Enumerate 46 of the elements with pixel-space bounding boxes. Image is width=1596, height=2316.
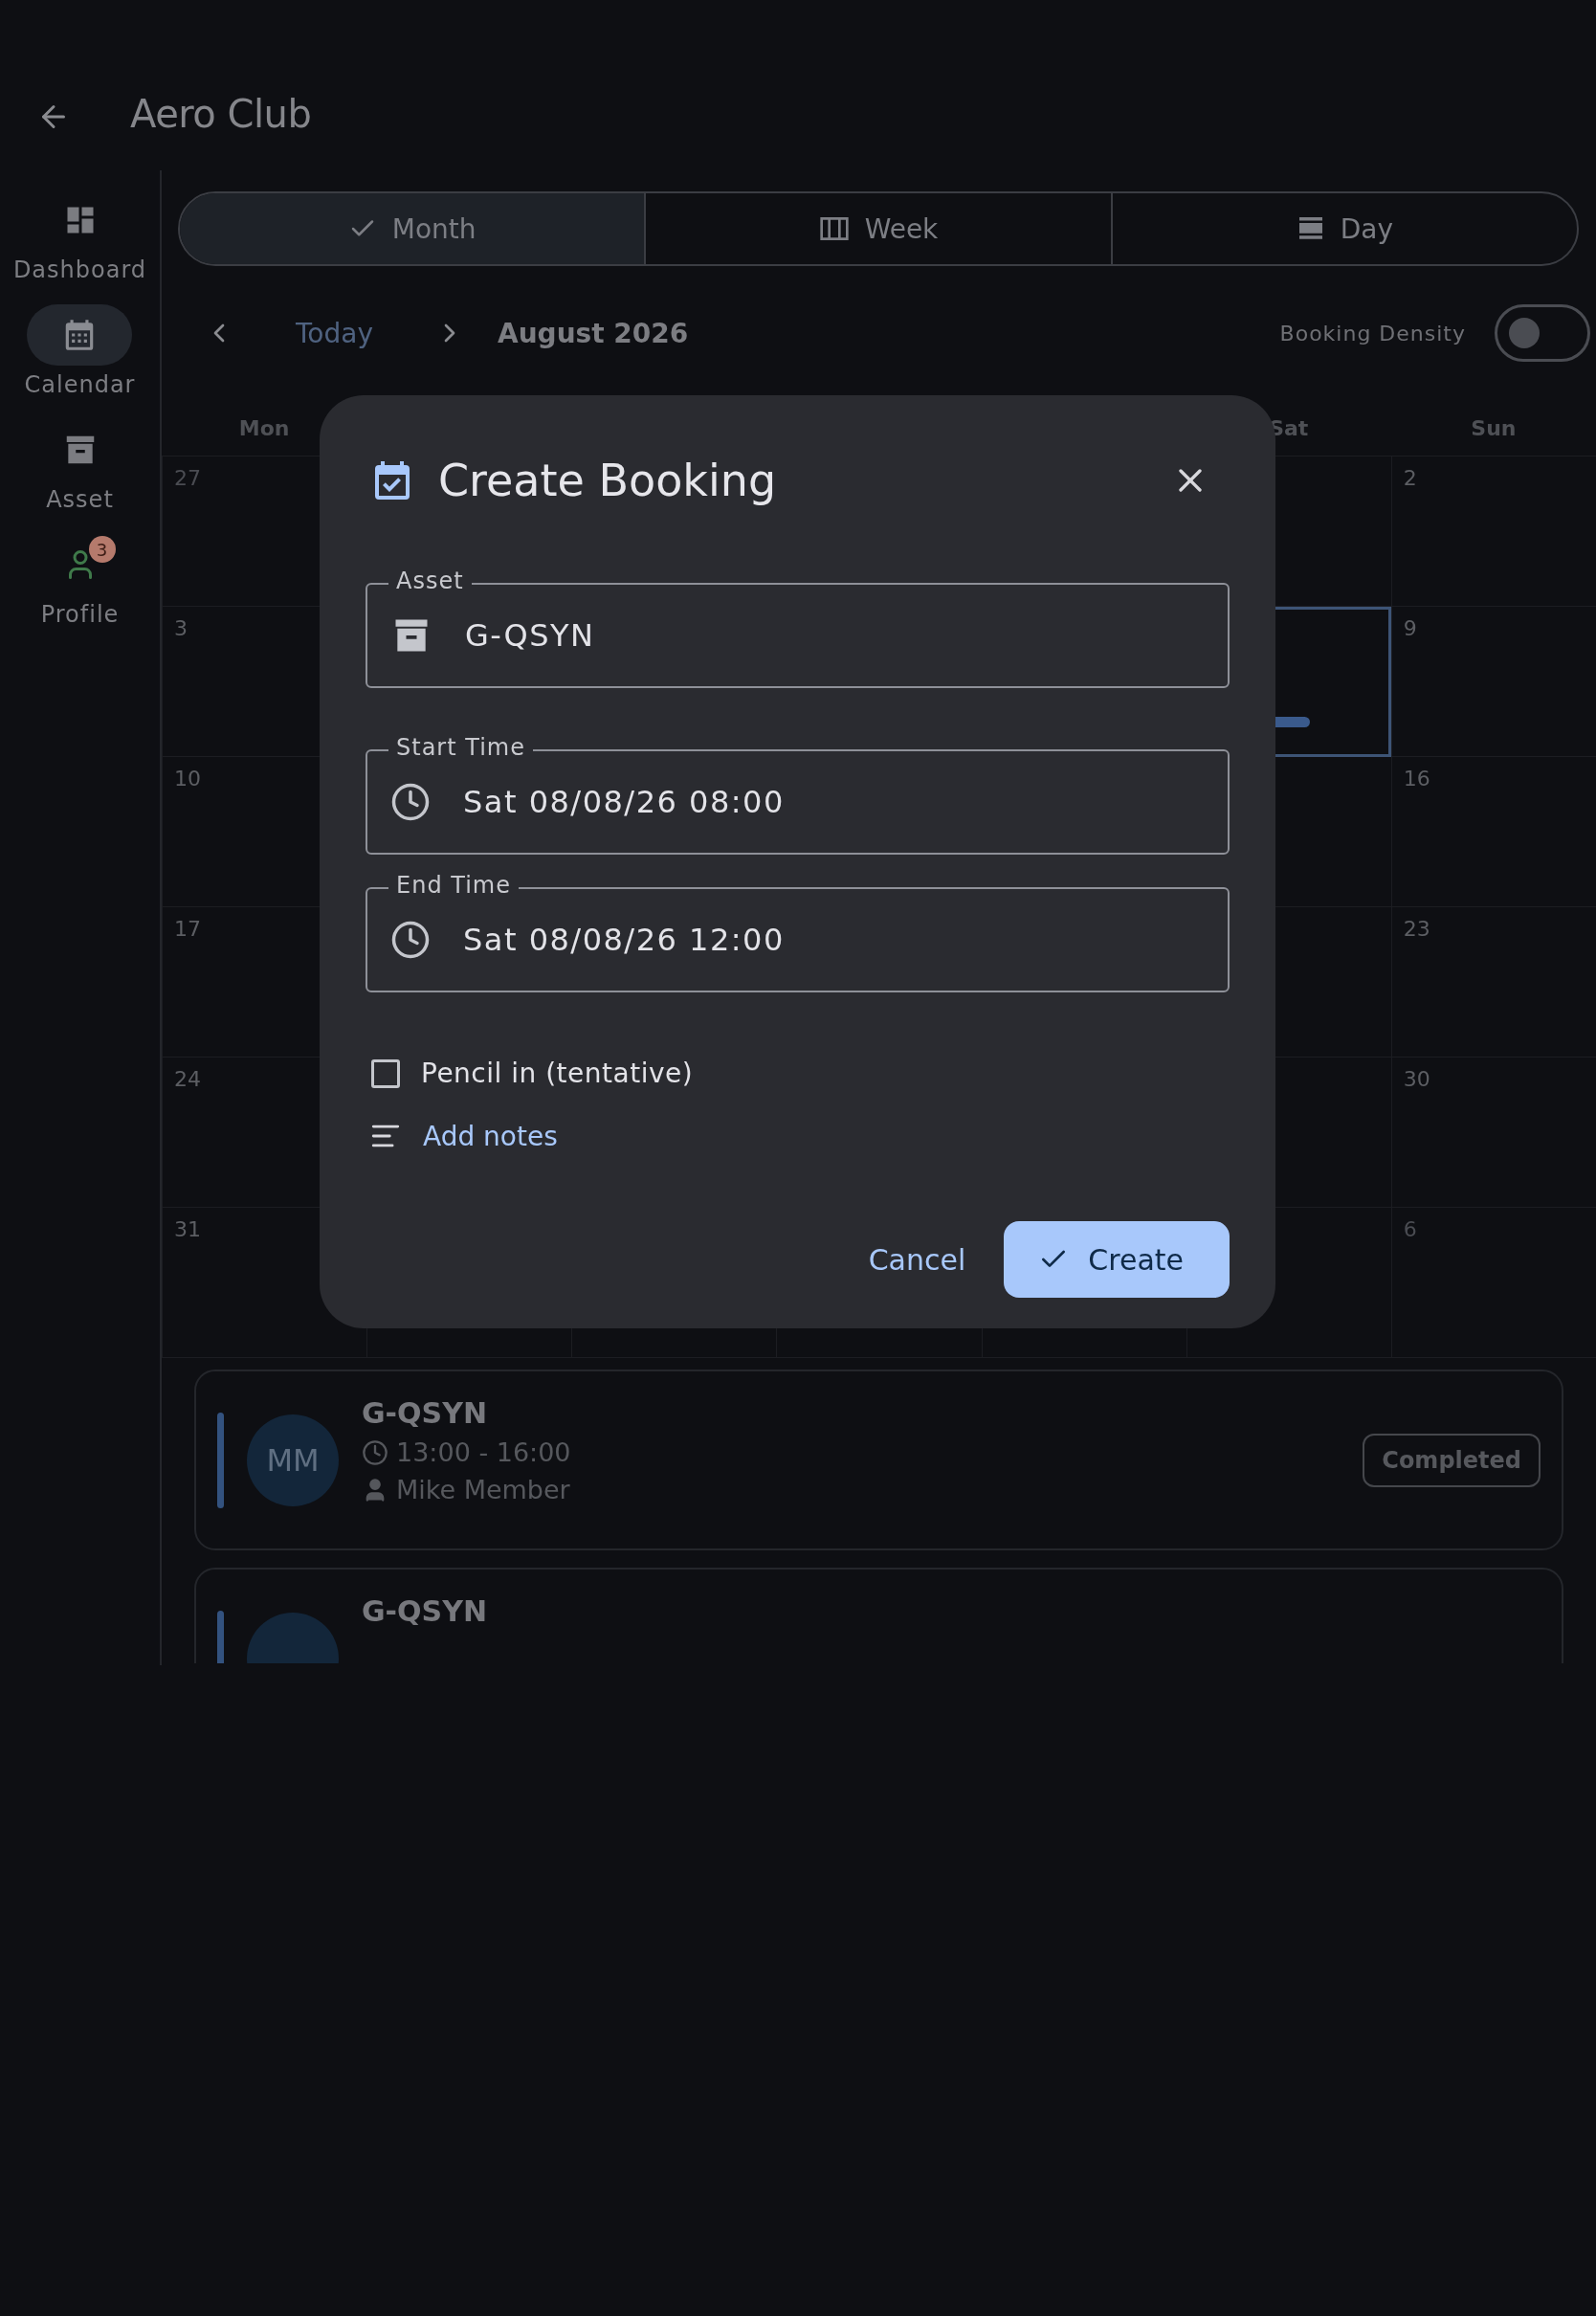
month-label: August 2026 bbox=[498, 317, 689, 349]
nav-label: Dashboard bbox=[12, 256, 147, 283]
view-tab[interactable]: Day bbox=[1110, 193, 1577, 264]
toggle-label: Booking Density bbox=[1279, 321, 1466, 345]
nav-item[interactable]: Dashboard bbox=[12, 189, 147, 283]
nav-item[interactable]: Calendar bbox=[24, 304, 136, 398]
columns-icon bbox=[818, 215, 850, 242]
clock-icon bbox=[390, 920, 431, 960]
field-value: G-QSYN bbox=[465, 617, 595, 654]
density-toggle[interactable] bbox=[1495, 304, 1590, 362]
app-title: Aero Club bbox=[130, 92, 312, 136]
weekday-header: Mon bbox=[238, 415, 290, 440]
day-cell[interactable]: 16 bbox=[1390, 757, 1596, 907]
day-cell[interactable]: 6 bbox=[1390, 1208, 1596, 1358]
booking-asset: G-QSYN bbox=[362, 1396, 487, 1430]
booking-time: 13:00 - 16:00 bbox=[396, 1437, 571, 1467]
booking-card[interactable]: MM G-QSYN 13:00 - 16:00 Mike Member Completed bbox=[194, 1370, 1563, 1550]
status-badge: Completed bbox=[1363, 1433, 1541, 1487]
create-button[interactable]: Create bbox=[1004, 1221, 1230, 1298]
nav-label: Profile bbox=[40, 601, 120, 628]
dialog-title: Create Booking bbox=[438, 455, 778, 506]
field-value: Sat 08/08/26 12:00 bbox=[463, 922, 785, 958]
view-tab[interactable]: Month bbox=[180, 193, 645, 264]
day-cell[interactable]: 9 bbox=[1390, 607, 1596, 757]
booking-member: Mike Member bbox=[396, 1475, 570, 1504]
nav-item[interactable]: 3 Profile bbox=[27, 534, 133, 628]
booking-card[interactable]: G-QSYN bbox=[194, 1568, 1563, 1663]
day-cell[interactable]: 2 bbox=[1390, 457, 1596, 607]
notification-badge: 3 bbox=[88, 536, 116, 563]
nav-item[interactable]: Asset bbox=[27, 419, 133, 513]
booking-asset: G-QSYN bbox=[362, 1594, 487, 1628]
cancel-button[interactable]: Cancel bbox=[868, 1229, 966, 1290]
nav-label: Asset bbox=[46, 486, 114, 513]
view-tab[interactable]: Week bbox=[644, 193, 1111, 264]
checkbox[interactable] bbox=[371, 1058, 400, 1088]
checkbox-label: Pencil in (tentative) bbox=[421, 1058, 694, 1089]
field-value: Sat 08/08/26 08:00 bbox=[463, 784, 785, 820]
clock-icon bbox=[362, 1438, 388, 1466]
day-cell[interactable]: 30 bbox=[1390, 1058, 1596, 1208]
today-button[interactable]: Today bbox=[267, 317, 402, 349]
avatar: MM bbox=[247, 1414, 339, 1506]
add-notes-link[interactable]: Add notes bbox=[423, 1120, 558, 1152]
nav-label: Calendar bbox=[24, 371, 136, 398]
clock-icon bbox=[390, 782, 431, 822]
day-cell[interactable]: 23 bbox=[1390, 907, 1596, 1058]
weekday-header: Sun bbox=[1471, 415, 1517, 440]
